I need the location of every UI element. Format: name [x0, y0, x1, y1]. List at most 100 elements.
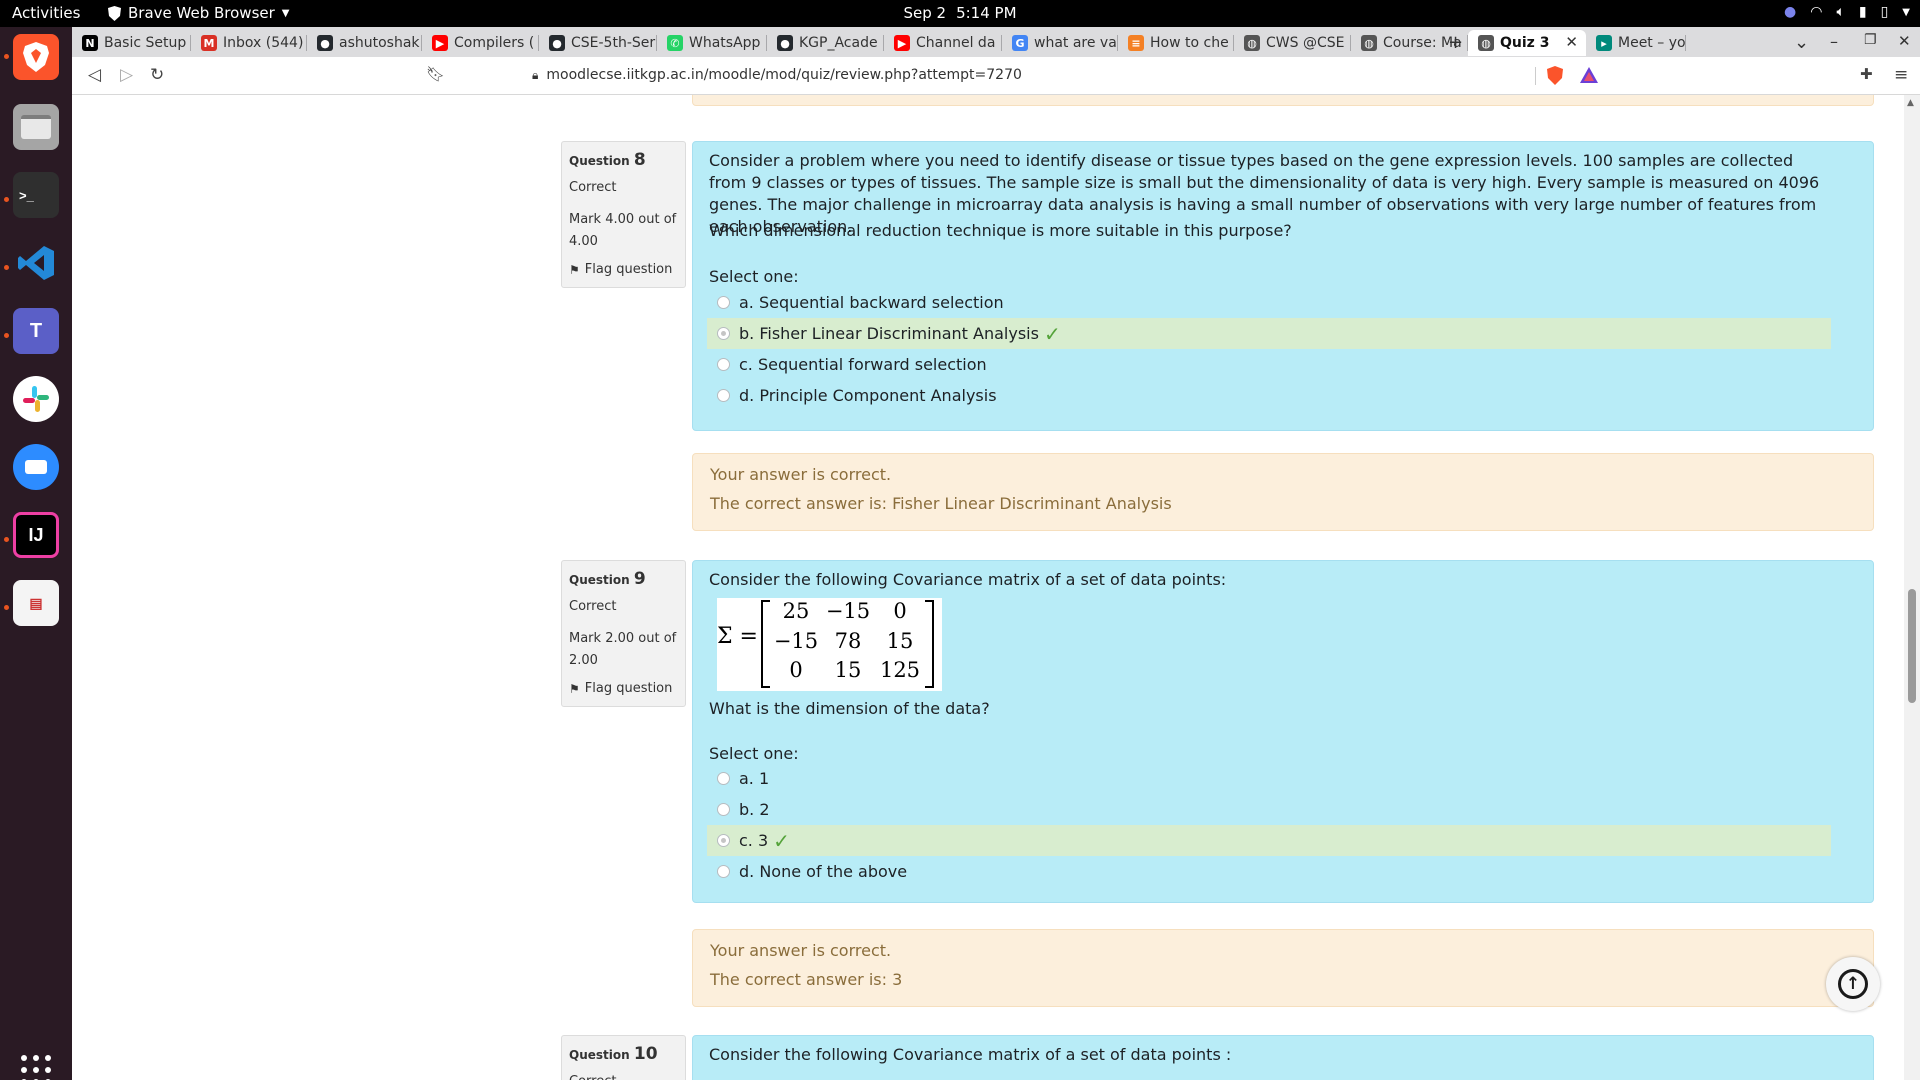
question-content: Consider a problem where you need to ide… — [692, 141, 1874, 431]
radio-button[interactable] — [717, 296, 730, 309]
browser-tab[interactable]: ◍ Quiz 3 ✕ — [1468, 30, 1586, 56]
activities-button[interactable]: Activities — [12, 4, 80, 22]
tab-label[interactable]: Meet – yo — [1618, 35, 1686, 51]
zoom-icon[interactable] — [13, 444, 59, 490]
browser-tab[interactable]: ▸ Meet – yo — [1586, 30, 1686, 56]
tab-label[interactable]: what are va — [1034, 35, 1117, 51]
option-label[interactable]: d. None of the above — [739, 862, 907, 881]
flag-question-label[interactable]: Flag question — [585, 681, 673, 696]
teams-tray-icon[interactable]: ● — [1784, 4, 1796, 20]
flag-question-label[interactable]: Flag question — [585, 262, 673, 277]
brave-shields-icon[interactable] — [1547, 66, 1563, 85]
answer-option-correct[interactable]: c. 3 ✓ — [707, 825, 1831, 856]
vscode-icon[interactable] — [13, 240, 59, 286]
close-tab-icon[interactable]: ✕ — [1565, 33, 1578, 51]
forward-button[interactable]: ▷ — [120, 65, 133, 85]
show-applications-icon[interactable] — [21, 1055, 51, 1080]
option-label[interactable]: b. 2 — [739, 800, 770, 819]
answer-option-correct[interactable]: b. Fisher Linear Discriminant Analysis ✓ — [707, 318, 1831, 349]
tab-search-icon[interactable]: ⌄ — [1794, 32, 1809, 53]
address-bar[interactable]: 🔒︎ moodlecse.iitkgp.ac.in/moodle/mod/qui… — [532, 61, 1602, 89]
tab-label[interactable]: CWS @CSE — [1266, 35, 1344, 51]
tab-label[interactable]: Channel da — [916, 35, 995, 51]
tab-label[interactable]: ashutoshak — [339, 35, 420, 51]
browser-tab[interactable]: ▶ Compilers ( — [422, 30, 539, 56]
browser-tab[interactable]: ● KGP_Acade — [767, 30, 884, 56]
flag-question-link[interactable]: ⚑ Flag question — [569, 262, 672, 277]
slack-icon[interactable] — [13, 376, 59, 422]
close-window-button[interactable]: ✕ — [1898, 32, 1911, 50]
minimize-window-button[interactable]: – — [1830, 32, 1838, 51]
flag-question-link[interactable]: ⚑ Flag question — [569, 681, 672, 696]
document-viewer-icon[interactable]: ▤ — [13, 580, 59, 626]
clock-date: Sep 2 — [903, 4, 947, 22]
bookmark-icon[interactable]: 🔖︎ — [426, 65, 445, 83]
radio-button[interactable] — [717, 389, 730, 402]
brave-rewards-icon[interactable] — [1580, 67, 1598, 83]
question-number-value: 9 — [633, 569, 646, 589]
arrow-up-icon: ↑ — [1838, 969, 1868, 999]
option-label[interactable]: a. Sequential backward selection — [739, 293, 1004, 312]
answer-option[interactable]: d. None of the above — [707, 856, 1831, 887]
browser-tab[interactable]: ▶ Channel da — [884, 30, 1002, 56]
browser-tab[interactable]: N Basic Setup — [72, 30, 191, 56]
volume-icon[interactable]: 🔈︎ — [1836, 4, 1844, 20]
tab-label[interactable]: CSE-5th-Ser — [571, 35, 655, 51]
intellij-icon[interactable]: IJ — [13, 512, 59, 558]
back-to-top-button[interactable]: ↑ — [1826, 957, 1880, 1011]
answer-option[interactable]: a. 1 — [707, 763, 1831, 794]
browser-tab[interactable]: ≡ How to che — [1118, 30, 1234, 56]
browser-tab[interactable]: M Inbox (544) — [191, 30, 307, 56]
tab-label[interactable]: Inbox (544) — [223, 35, 303, 51]
battery-icon[interactable]: ▯ — [1881, 4, 1889, 20]
answer-option[interactable]: c. Sequential forward selection — [707, 349, 1831, 380]
option-label[interactable]: b. Fisher Linear Discriminant Analysis — [739, 324, 1039, 343]
terminal-icon[interactable]: >_ — [13, 172, 59, 218]
files-icon[interactable] — [13, 104, 59, 150]
question-state: Correct — [569, 599, 617, 614]
system-tray[interactable]: ● ◠ 🔈︎ ▮ ▯ ▼ — [1784, 4, 1910, 20]
radio-button-selected[interactable] — [717, 327, 730, 340]
tab-label[interactable]: KGP_Acade — [799, 35, 878, 51]
system-menu-chevron-icon[interactable]: ▼ — [1902, 7, 1910, 18]
option-label[interactable]: c. 3 — [739, 831, 768, 850]
wifi-icon[interactable]: ◠ — [1810, 4, 1822, 20]
brave-browser-icon[interactable] — [13, 34, 59, 80]
page-scrollbar[interactable]: ▲ — [1904, 95, 1920, 1080]
answer-option[interactable]: d. Principle Component Analysis — [707, 380, 1831, 411]
menu-icon[interactable]: ≡ — [1894, 65, 1908, 85]
option-label[interactable]: a. 1 — [739, 769, 769, 788]
radio-button[interactable] — [717, 803, 730, 816]
microphone-icon[interactable]: ▮ — [1859, 4, 1867, 20]
browser-tab[interactable]: ✆ WhatsApp — [657, 30, 767, 56]
scrollbar-thumb[interactable] — [1908, 589, 1916, 703]
answer-option[interactable]: a. Sequential backward selection — [707, 287, 1831, 318]
extensions-icon[interactable]: ✚ — [1860, 65, 1873, 83]
tab-label[interactable]: Basic Setup — [104, 35, 186, 51]
radio-button[interactable] — [717, 358, 730, 371]
teams-icon[interactable]: T — [13, 308, 59, 354]
tab-label[interactable]: Compilers ( — [454, 35, 534, 51]
option-label[interactable]: c. Sequential forward selection — [739, 355, 987, 374]
browser-tab[interactable]: ◍ CWS @CSE — [1234, 30, 1351, 56]
app-menu[interactable]: Brave Web Browser ▼ — [108, 4, 289, 22]
tab-label[interactable]: How to che — [1150, 35, 1229, 51]
clock[interactable]: Sep 2 5:14 PM — [903, 4, 1016, 22]
browser-tab[interactable]: ● ashutoshak — [307, 30, 422, 56]
radio-button-selected[interactable] — [717, 834, 730, 847]
restore-window-button[interactable]: ❐ — [1864, 32, 1877, 48]
tab-label[interactable]: Quiz 3 — [1500, 35, 1549, 51]
radio-button[interactable] — [717, 772, 730, 785]
lock-icon[interactable]: 🔒︎ — [532, 68, 538, 83]
browser-tab[interactable]: ● CSE-5th-Ser — [539, 30, 657, 56]
url-text[interactable]: moodlecse.iitkgp.ac.in/moodle/mod/quiz/r… — [546, 67, 1022, 83]
browser-tab[interactable]: Gwhat are va — [1002, 30, 1118, 56]
tab-label[interactable]: WhatsApp — [689, 35, 760, 51]
answer-option[interactable]: b. 2 — [707, 794, 1831, 825]
new-tab-button[interactable]: + — [1448, 32, 1463, 53]
reload-button[interactable]: ↻ — [150, 65, 164, 85]
back-button[interactable]: ◁ — [88, 65, 101, 85]
option-label[interactable]: d. Principle Component Analysis — [739, 386, 997, 405]
scroll-up-arrow-icon[interactable]: ▲ — [1907, 98, 1914, 108]
radio-button[interactable] — [717, 865, 730, 878]
